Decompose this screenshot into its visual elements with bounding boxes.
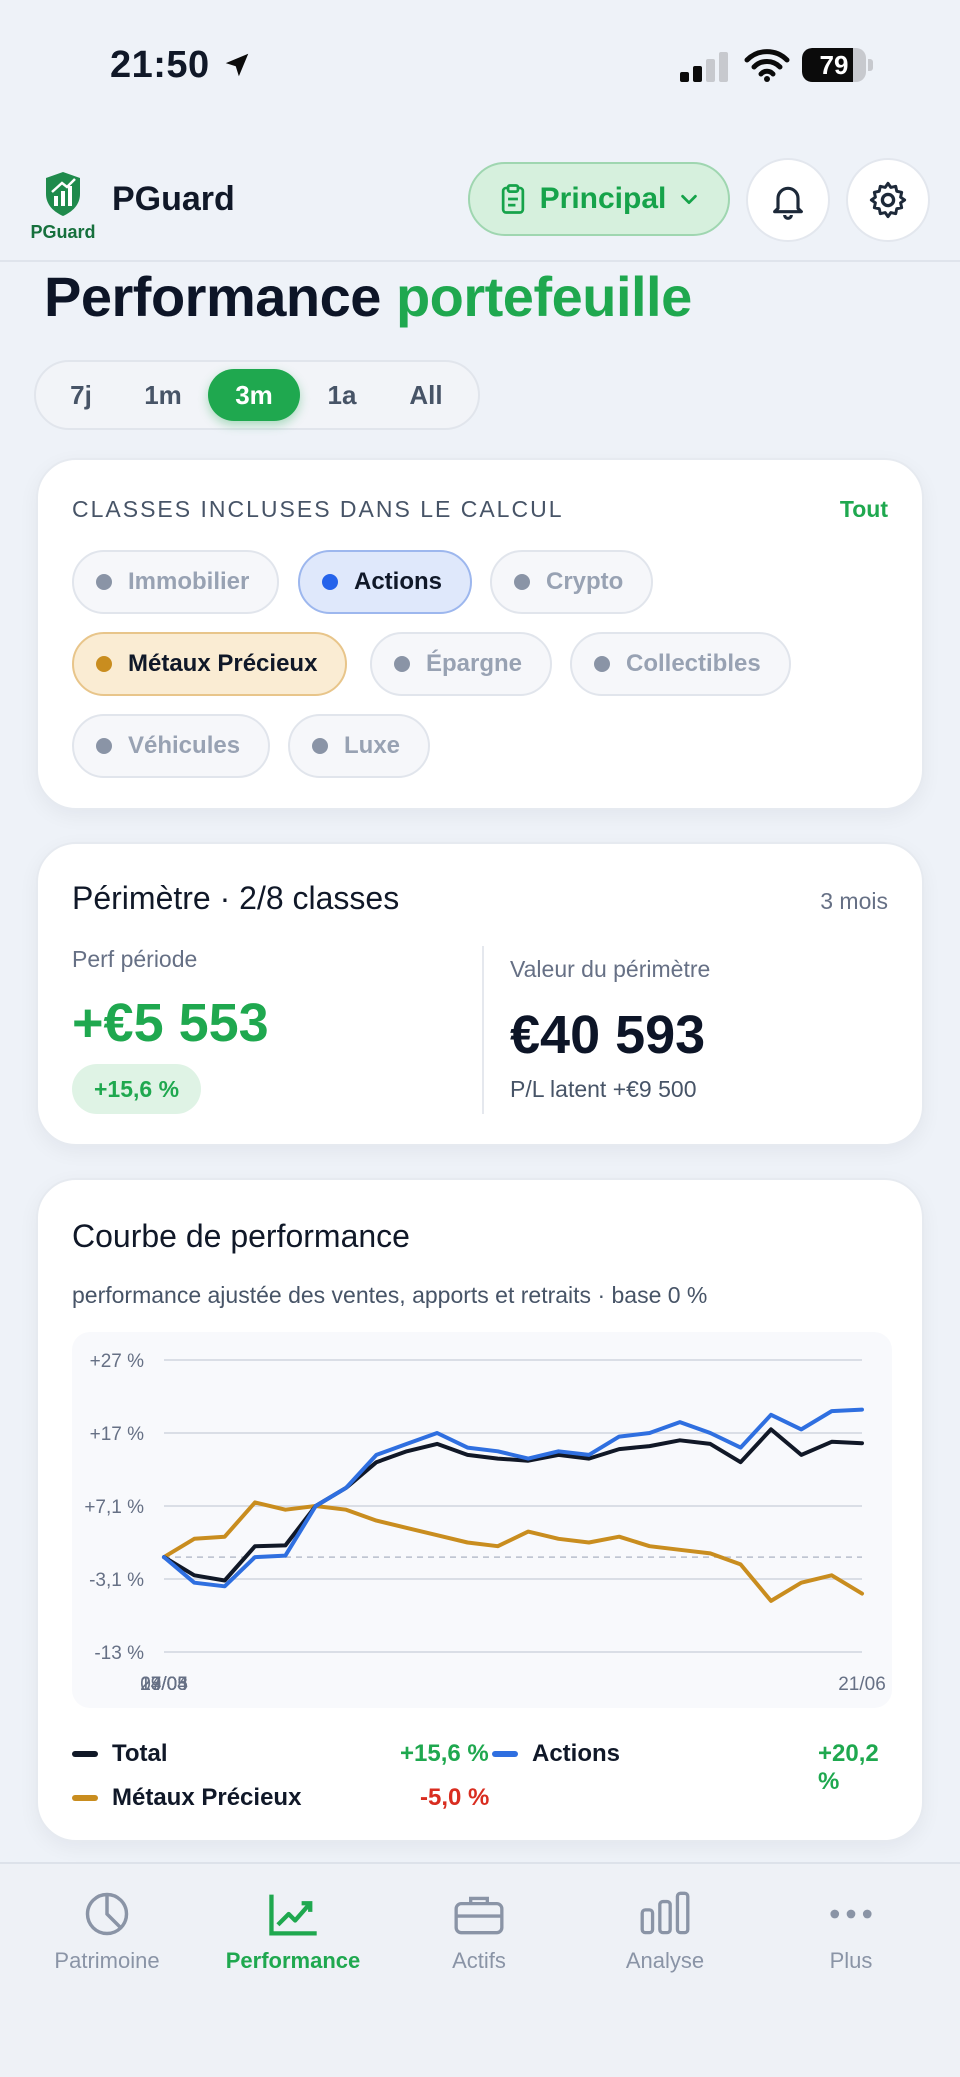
trend-up-icon [269, 1894, 317, 1936]
tab-plus[interactable]: Plus [758, 1888, 944, 2008]
page-title: Performance portefeuille [44, 264, 692, 329]
legend-item-total: Total [72, 1740, 168, 1768]
signal-icon [680, 52, 728, 82]
chart-title: Courbe de performance [72, 1218, 410, 1254]
tab-performance[interactable]: Performance [200, 1888, 386, 2008]
gear-icon [869, 181, 907, 219]
tab-bar: Patrimoine Performance Actifs Analyse Pl… [0, 1862, 960, 2077]
series-line-m-taux-pr-cieux [162, 1500, 864, 1603]
chip-collectibles[interactable]: Collectibles [570, 632, 791, 696]
perf-value: +€5 553 [72, 993, 269, 1053]
series-line-actions [162, 1407, 864, 1589]
battery-indicator: 79 [802, 48, 873, 82]
y-tick-label: -3,1 % [89, 1570, 144, 1591]
performance-chart[interactable]: +27 % +17 % +7,1 % -3,1 % -13 % 23/03 14/04 07/… [72, 1332, 892, 1708]
perf-label: Perf période [72, 946, 198, 972]
x-tick-label: 29/05 [140, 1674, 188, 1695]
select-all-link[interactable]: Tout [840, 496, 888, 523]
chart-legend: Total +15,6 % Actions +20,2 % Métaux Pré… [72, 1732, 892, 1832]
perimeter-card: Périmètre · 2/8 classes 3 mois Perf péri… [36, 842, 924, 1146]
page-title-main: Performance [44, 265, 381, 328]
range-tabs: 7j 1m 3m 1a All [34, 360, 480, 430]
legend-item-actions: Actions [492, 1740, 620, 1768]
app-header: PGuard PGuard Principal [0, 150, 960, 262]
tab-analyse[interactable]: Analyse [572, 1888, 758, 2008]
shield-chart-icon [46, 172, 80, 216]
page-title-accent: portefeuille [395, 265, 692, 328]
tab-patrimoine[interactable]: Patrimoine [14, 1888, 200, 2008]
y-tick-label: +27 % [90, 1351, 145, 1372]
y-tick-label: +7,1 % [84, 1497, 144, 1518]
chip-luxe[interactable]: Luxe [288, 714, 431, 778]
pl-latent: P/L latent +€9 500 [510, 1076, 697, 1102]
logo-text: PGuard [30, 222, 96, 242]
chevron-down-icon [681, 194, 698, 205]
tab-actifs[interactable]: Actifs [386, 1888, 572, 2008]
range-tab-7j[interactable]: 7j [44, 369, 118, 421]
legend-value-actions: +20,2 % [818, 1740, 879, 1795]
settings-button[interactable] [846, 158, 930, 242]
chip-immobilier[interactable]: Immobilier [72, 550, 280, 614]
app-logo: PGuard [30, 168, 96, 244]
wifi-icon [744, 49, 790, 82]
bell-icon [773, 186, 803, 220]
range-tab-1m[interactable]: 1m [118, 369, 208, 421]
chip-vehicules[interactable]: Véhicules [72, 714, 271, 778]
chart-subtitle: performance ajustée des ventes, apports … [72, 1282, 708, 1308]
battery-percent: 79 [819, 50, 849, 80]
chip-epargne[interactable]: Épargne [370, 632, 553, 696]
chip-metaux-precieux[interactable]: Métaux Précieux [72, 632, 348, 696]
perf-pct-badge: +15,6 % [72, 1064, 202, 1114]
briefcase-icon [454, 1896, 504, 1935]
legend-item-metaux: Métaux Précieux [72, 1784, 301, 1812]
perimeter-period: 3 mois [820, 888, 888, 914]
notifications-button[interactable] [746, 158, 830, 242]
legend-value-total: +15,6 % [400, 1740, 489, 1767]
perimeter-value: €40 593 [510, 1005, 706, 1065]
pie-chart-icon [85, 1892, 129, 1936]
chip-actions[interactable]: Actions [298, 550, 473, 614]
more-icon [830, 1909, 872, 1919]
classes-heading: CLASSES INCLUSES DANS LE CALCUL [72, 496, 564, 522]
legend-swatch [72, 1795, 98, 1801]
y-tick-label: -13 % [94, 1643, 144, 1664]
value-label: Valeur du périmètre [510, 956, 711, 982]
bar-chart-icon [640, 1891, 690, 1935]
x-tick-label: 21/06 [838, 1674, 886, 1695]
portfolio-label: Principal [539, 182, 667, 215]
portfolio-selector[interactable]: Principal [468, 162, 730, 236]
legend-swatch [72, 1751, 98, 1757]
location-arrow-icon [225, 53, 249, 77]
legend-swatch [492, 1751, 518, 1757]
app-name: PGuard [112, 180, 235, 218]
range-tab-all[interactable]: All [384, 369, 468, 421]
perimeter-divider [482, 946, 484, 1114]
status-time: 21:50 [110, 44, 210, 86]
clipboard-icon [501, 184, 524, 214]
status-bar: 21:50 79 [0, 0, 960, 132]
classes-card: CLASSES INCLUSES DANS LE CALCUL Tout Imm… [36, 458, 924, 810]
chart-card: Courbe de performance performance ajusté… [36, 1178, 924, 1842]
range-tab-3m[interactable]: 3m [208, 369, 300, 421]
chip-crypto[interactable]: Crypto [490, 550, 654, 614]
y-tick-label: +17 % [90, 1424, 145, 1445]
range-tab-1a[interactable]: 1a [300, 369, 384, 421]
perimeter-title: Périmètre · 2/8 classes [72, 880, 400, 916]
chart-svg: +27 %+17 %+7,1 %-3,1 %-13 %23/0314/0407/… [84, 1351, 886, 1695]
legend-value-metaux: -5,0 % [420, 1784, 490, 1811]
